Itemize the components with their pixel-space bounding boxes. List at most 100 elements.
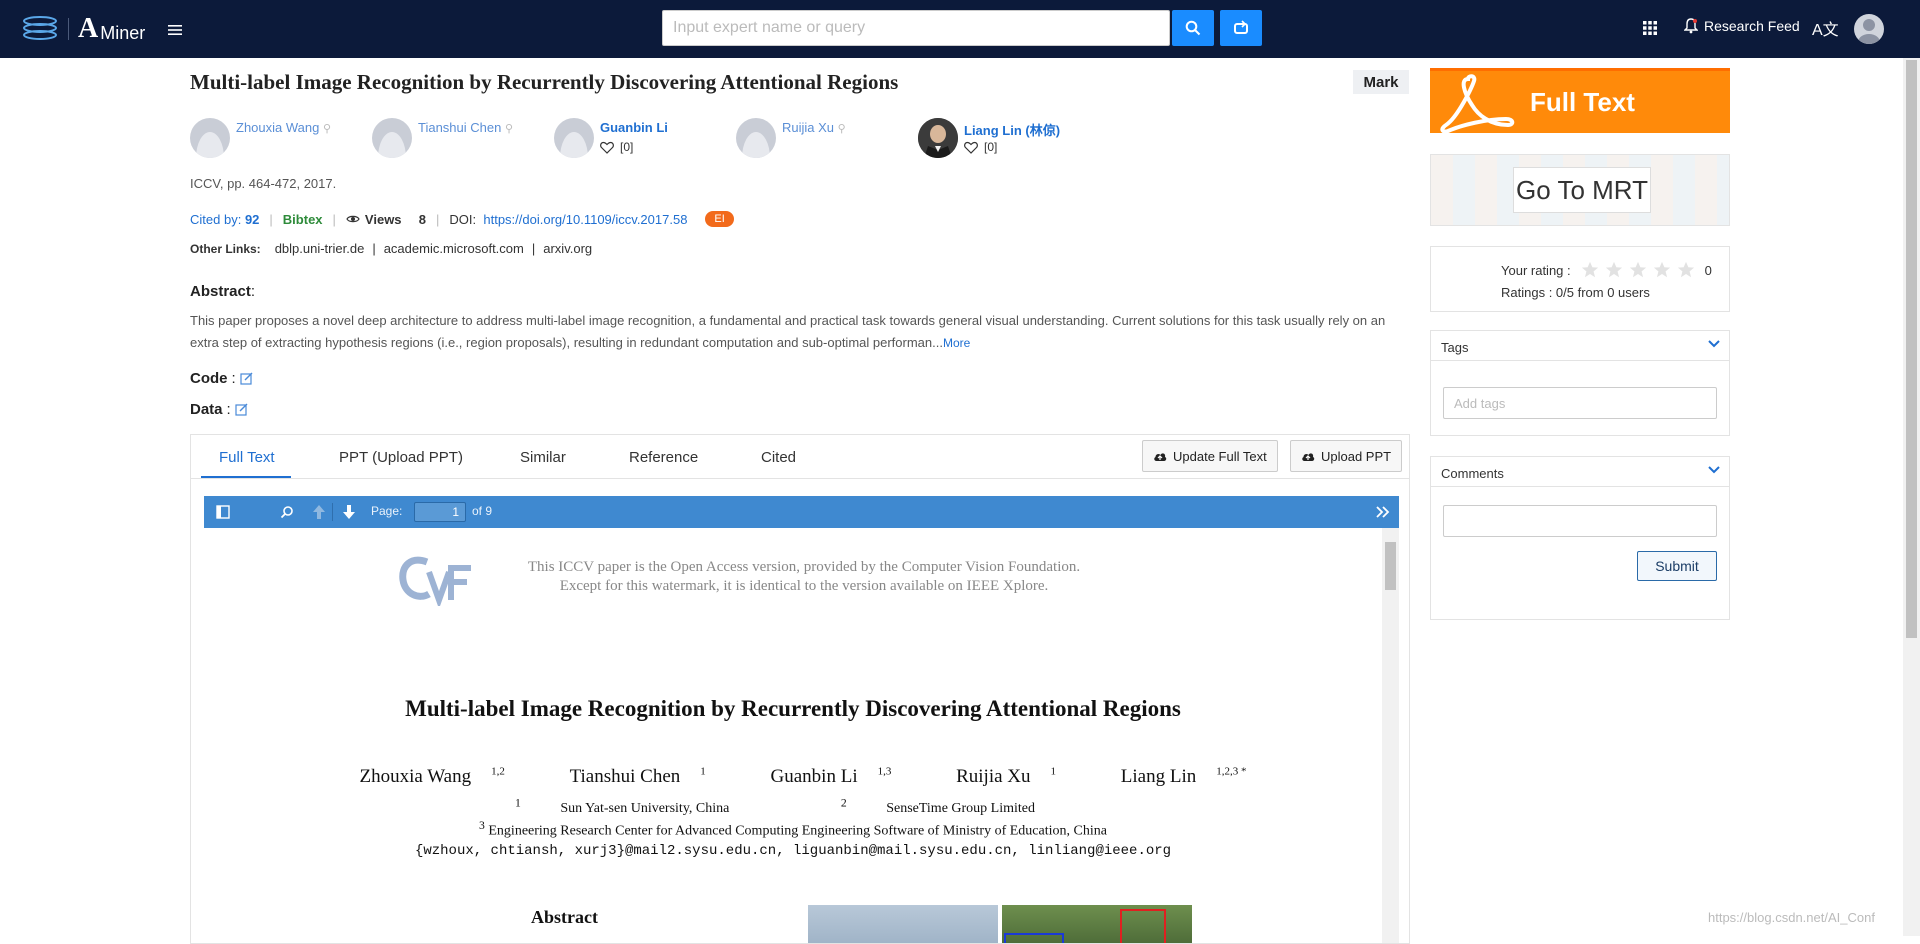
author-avatar[interactable] <box>736 118 776 158</box>
ratings-summary: Ratings : 0/5 from 0 users <box>1501 285 1650 300</box>
next-page-icon[interactable] <box>342 504 356 520</box>
other-links: Other Links: dblp.uni-trier.de | academi… <box>190 241 593 256</box>
star-icon[interactable] <box>1629 261 1647 279</box>
double-chevron-right-icon[interactable] <box>1376 506 1390 518</box>
abstract-text: This paper proposes a novel deep archite… <box>190 313 1386 350</box>
views-count: Views 8 <box>346 212 426 227</box>
cloud-upload-icon <box>1154 452 1167 461</box>
research-feed-label: Research Feed <box>1704 18 1800 34</box>
author-avatar[interactable] <box>372 118 412 158</box>
research-feed-link[interactable]: Research Feed <box>1684 18 1800 34</box>
brand-logo-icon[interactable] <box>20 14 60 44</box>
pdf-scrollbar-thumb[interactable] <box>1385 542 1396 590</box>
author-like[interactable]: [0] <box>964 140 997 154</box>
other-link-arxiv[interactable]: arxiv.org <box>543 241 592 256</box>
full-text-label: Full Text <box>1530 87 1635 117</box>
pdf-paper-title: Multi-label Image Recognition by Recurre… <box>405 696 1181 721</box>
translate-icon: A文 <box>1812 22 1839 39</box>
csdn-watermark: https://blog.csdn.net/AI_Conf <box>1708 910 1875 925</box>
author-like[interactable]: [0] <box>600 140 633 154</box>
edit-icon[interactable] <box>240 372 253 385</box>
pdf-affiliations: 1 Sun Yat-sen University, China 2 SenseT… <box>514 796 1035 816</box>
sidebar-toggle-icon[interactable] <box>216 505 230 519</box>
pdf-figure-image <box>808 905 998 943</box>
language-toggle[interactable]: A文 <box>1812 16 1839 40</box>
pdf-toolbar: Page: 1 of 9 <box>204 496 1399 528</box>
cvf-logo-icon <box>399 556 471 606</box>
venue-info: ICCV, pp. 464-472, 2017. <box>190 176 337 191</box>
search-input[interactable] <box>662 10 1170 46</box>
bell-icon <box>1684 18 1698 34</box>
cited-by-link[interactable]: Cited by: 92 <box>190 212 259 227</box>
other-link-dblp[interactable]: dblp.uni-trier.de <box>275 241 365 256</box>
star-icon[interactable] <box>1605 261 1623 279</box>
abstract-more-link[interactable]: More <box>943 336 970 350</box>
tab-ppt[interactable]: PPT (Upload PPT) <box>339 449 463 466</box>
heart-icon <box>964 141 978 154</box>
star-icon[interactable] <box>1653 261 1671 279</box>
search-icon: ⚲ <box>837 123 846 135</box>
code-heading: Code: <box>190 370 253 387</box>
page-scrollbar[interactable] <box>1903 58 1920 936</box>
tags-header[interactable]: Tags <box>1431 331 1729 361</box>
chevron-down-icon[interactable] <box>1707 465 1721 475</box>
pdf-watermark: This ICCV paper is the Open Access versi… <box>527 559 1081 594</box>
pdf-search-icon[interactable] <box>280 505 294 519</box>
pdf-icon <box>1440 74 1515 133</box>
page-label: Page: <box>371 504 403 518</box>
switch-search-button[interactable] <box>1220 10 1262 46</box>
cloud-upload-icon <box>1302 452 1315 461</box>
submit-comment-button[interactable]: Submit <box>1637 551 1717 581</box>
go-to-mrt-button[interactable]: Go To MRT <box>1430 154 1730 226</box>
active-tab-indicator <box>201 476 291 478</box>
tab-similar[interactable]: Similar <box>520 449 566 466</box>
comment-input[interactable] <box>1443 505 1717 537</box>
search-icon: ⚲ <box>504 123 514 135</box>
star-icon[interactable] <box>1677 261 1695 279</box>
author-name[interactable]: Ruijia Xu ⚲ <box>782 120 846 135</box>
other-link-msacademic[interactable]: academic.microsoft.com <box>384 241 524 256</box>
user-icon <box>1858 19 1880 44</box>
author-avatar[interactable] <box>190 118 230 158</box>
page-number-input[interactable]: 1 <box>414 502 466 522</box>
aminer-logo[interactable]: A Miner <box>78 14 145 44</box>
page-scrollbar-thumb[interactable] <box>1906 60 1917 638</box>
like-count: [0] <box>620 140 634 154</box>
star-icon[interactable] <box>1581 261 1599 279</box>
ei-badge: EI <box>705 211 734 227</box>
pdf-scrollbar[interactable] <box>1382 528 1399 943</box>
author-name[interactable]: Zhouxia Wang ⚲ <box>236 120 331 135</box>
doi-link[interactable]: https://doi.org/10.1109/iccv.2017.58 <box>483 212 687 227</box>
tab-cited[interactable]: Cited <box>761 449 796 466</box>
author-avatar[interactable] <box>554 118 594 158</box>
rating-score: 0 <box>1704 262 1712 278</box>
apps-grid-icon[interactable] <box>1642 20 1658 36</box>
tags-input[interactable] <box>1443 387 1717 419</box>
menu-icon[interactable] <box>168 24 182 36</box>
tab-full-text[interactable]: Full Text <box>219 449 275 466</box>
author-name[interactable]: Tianshui Chen ⚲ <box>418 120 513 135</box>
rating-box: Your rating : 0 Ratings : 0/5 from 0 use… <box>1430 246 1730 312</box>
chevron-down-icon[interactable] <box>1707 339 1721 349</box>
author-name[interactable]: Liang Lin (林倞) <box>964 120 1060 139</box>
tab-reference[interactable]: Reference <box>629 449 698 466</box>
full-text-button[interactable]: Full Text <box>1430 68 1730 133</box>
user-avatar[interactable] <box>1854 14 1884 44</box>
upload-ppt-button[interactable]: Upload PPT <box>1290 440 1403 472</box>
aminer-logo-text: Miner <box>100 22 146 43</box>
bibtex-link[interactable]: Bibtex <box>283 212 323 227</box>
author-photo[interactable] <box>918 118 958 158</box>
comments-header[interactable]: Comments <box>1431 457 1729 487</box>
pdf-viewer[interactable]: This ICCV paper is the Open Access versi… <box>204 528 1399 943</box>
search-button[interactable] <box>1172 10 1214 46</box>
mark-button[interactable]: Mark <box>1353 70 1409 94</box>
previous-page-icon[interactable] <box>312 504 326 520</box>
edit-icon[interactable] <box>235 403 248 416</box>
rating-stars[interactable] <box>1581 261 1695 279</box>
go-to-mrt-label: Go To MRT <box>1513 167 1651 213</box>
doi: DOI: https://doi.org/10.1109/iccv.2017.5… <box>449 211 688 227</box>
update-full-text-button[interactable]: Update Full Text <box>1142 440 1278 472</box>
aminer-logo-mark: A <box>78 13 99 44</box>
data-heading: Data: <box>190 401 248 418</box>
author-name[interactable]: Guanbin Li <box>600 120 668 135</box>
